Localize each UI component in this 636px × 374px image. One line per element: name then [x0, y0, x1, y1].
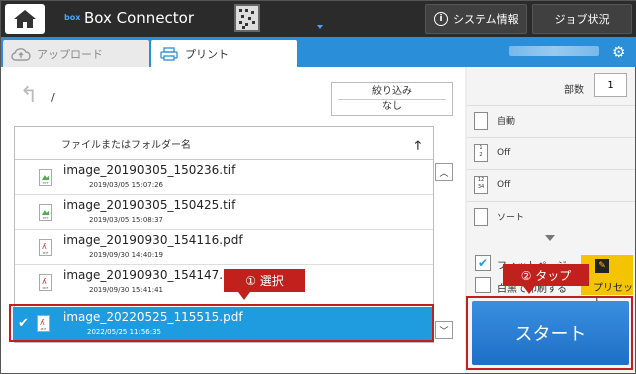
file-name: image_20190930_154147.pdf [63, 268, 243, 282]
duplex-option[interactable]: 12 Off [467, 137, 635, 167]
info-icon: i [434, 12, 448, 26]
filter-title: 絞り込み [372, 86, 412, 97]
chevron-up-icon: ︿ [439, 168, 449, 179]
sort-pages-icon [474, 208, 488, 226]
nup-icon: 12 34 [474, 176, 488, 194]
copies-label: 部数 [564, 85, 584, 96]
job-status-label: ジョブ状況 [554, 13, 610, 26]
callout-tap: ② タップ [503, 264, 589, 294]
tab-bar: アップロード プリント ⚙ [1, 37, 636, 67]
tab-print[interactable]: プリント [151, 40, 297, 67]
file-name: image_20190305_150236.tif [63, 163, 236, 177]
box-logo: box [64, 13, 81, 22]
color-mode-option[interactable]: 自動 [467, 105, 635, 135]
up-arrow-icon: ↰ [19, 82, 39, 108]
qr-code-icon[interactable] [234, 4, 260, 32]
edit-icon: ✎ [595, 259, 609, 273]
scroll-down-button[interactable]: ﹀ [435, 321, 453, 339]
sort-option[interactable]: ソート [467, 201, 635, 231]
tab-upload-label: アップロード [37, 47, 103, 61]
file-row[interactable]: ʎ PDF image_20190930_154116.pdf 2019/09/… [15, 230, 433, 265]
color-mode-label: 自動 [497, 117, 516, 127]
chevron-down-icon: ﹀ [439, 326, 449, 337]
file-date: 2019/03/05 15:07:26 [89, 181, 164, 189]
file-type-label: PDF [42, 251, 49, 255]
home-icon [14, 10, 36, 28]
expand-more-icon[interactable] [545, 235, 555, 241]
sort-ascending-icon[interactable]: 🡑 [415, 136, 421, 157]
app-title: Box Connector [84, 9, 195, 27]
file-date: 2019/03/05 15:08:37 [89, 216, 164, 224]
tab-print-label: プリント [185, 47, 229, 61]
nup-option[interactable]: 12 34 Off [467, 169, 635, 199]
app-window: box Box Connector i システム情報 ジョブ状況 アップロード [0, 0, 636, 374]
printer-icon [160, 46, 178, 61]
dropdown-caret-icon [317, 25, 323, 29]
pdf-file-icon: ʎ PDF [39, 274, 52, 291]
file-name: image_20190930_154116.pdf [63, 233, 243, 247]
job-status-button[interactable]: ジョブ状況 [532, 4, 632, 34]
cloud-upload-icon [11, 47, 31, 61]
nup-label: Off [497, 179, 511, 190]
file-row[interactable]: TIFF image_20190305_150425.tif 2019/03/0… [15, 195, 433, 230]
home-button[interactable] [5, 4, 45, 34]
system-info-button[interactable]: i システム情報 [425, 4, 527, 34]
top-bar: box Box Connector i システム情報 ジョブ状況 [1, 1, 636, 37]
mono-print-checkbox[interactable] [475, 277, 491, 293]
parent-folder-button[interactable]: ↰ [15, 81, 43, 109]
page-icon [474, 112, 488, 130]
gear-icon[interactable]: ⚙ [612, 43, 625, 61]
account-name-redacted [509, 46, 599, 56]
tab-upload[interactable]: アップロード [3, 40, 149, 67]
callout-select: ① 選択 [224, 269, 305, 300]
file-type-label: TIFF [42, 181, 49, 185]
system-info-label: システム情報 [453, 13, 519, 26]
highlight-tap [466, 296, 633, 370]
filter-button[interactable]: 絞り込み なし [331, 82, 453, 116]
pdf-file-icon: ʎ PDF [39, 239, 52, 256]
file-row[interactable]: TIFF image_20190305_150236.tif 2019/03/0… [15, 160, 433, 195]
filter-value: なし [382, 101, 402, 112]
current-path: / [51, 91, 55, 104]
file-type-label: TIFF [42, 216, 49, 220]
tiff-file-icon: TIFF [39, 204, 52, 221]
file-type-label: PDF [42, 286, 49, 290]
scroll-up-button[interactable]: ︿ [435, 163, 453, 181]
column-header[interactable]: ファイルまたはフォルダー名 🡑 [15, 127, 433, 160]
copies-input[interactable]: 1 [594, 73, 627, 97]
sort-label: ソート [497, 213, 525, 223]
duplex-icon: 12 [474, 144, 488, 162]
highlight-select [9, 304, 434, 342]
fit-page-checkbox[interactable]: ✔ [475, 255, 491, 271]
file-date: 2019/09/30 15:41:41 [89, 286, 164, 294]
file-name: image_20190305_150425.tif [63, 198, 236, 212]
duplex-label: Off [497, 147, 511, 158]
tiff-file-icon: TIFF [39, 169, 52, 186]
file-date: 2019/09/30 14:40:19 [89, 251, 164, 259]
column-header-label: ファイルまたはフォルダー名 [61, 139, 191, 151]
